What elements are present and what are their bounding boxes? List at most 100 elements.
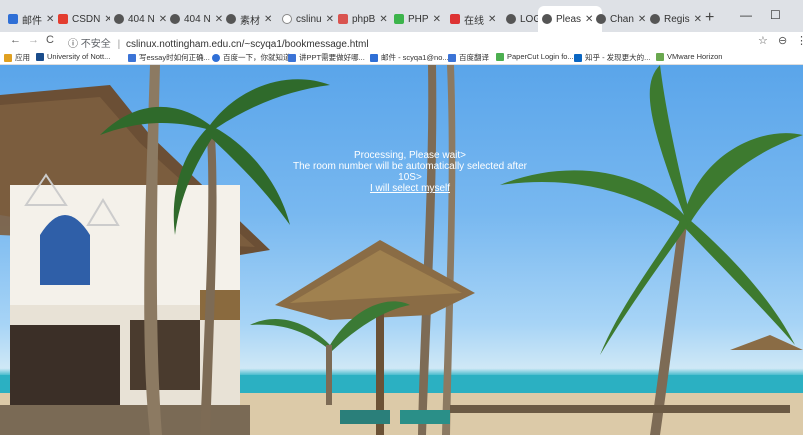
info-icon[interactable]: ⓘ [68,39,78,50]
close-icon[interactable]: ✕ [694,14,702,25]
tab[interactable]: cslinu ✕ [282,6,334,32]
security-label: 不安全 [80,39,111,50]
tab-label: 404 N [184,13,211,25]
csdn-icon [58,14,68,24]
tab-label: Pleas [556,13,582,25]
tab-label: 404 N [128,13,155,25]
page-content: Processing, Please wait> The room number… [0,65,803,435]
bookmark-label: 百度翻译 [459,53,489,62]
bookmark[interactable]: 百度一下，你就知道 [212,52,291,63]
tab-label: PHP [408,13,429,25]
globe-icon [542,14,552,24]
tab[interactable]: CSDN ✕ [58,6,110,32]
bookmark[interactable]: 邮件 - scyqa1@no... [370,52,449,63]
bookmark-label: 应用 [15,53,30,62]
tab-label: CSDN [72,13,101,25]
bookmark[interactable]: University of Nott... [36,52,110,61]
close-icon[interactable]: ✕ [488,14,496,25]
bookmark-label: 百度一下，你就知道 [223,53,291,62]
bookmark-star-icon[interactable]: ☆ [758,34,768,47]
papercut-icon [496,52,504,61]
tab-label: Regis [664,13,690,25]
tab-active[interactable]: Pleas ✕ [538,6,602,32]
beach-background-image [0,65,803,435]
close-icon[interactable]: ✕ [379,14,387,25]
close-icon[interactable]: ✕ [215,14,222,25]
close-icon[interactable]: ✕ [264,14,272,25]
processing-text: Processing, Please wait> [353,150,466,161]
bookmark-label: 写essay时如何正确... [139,53,210,62]
redirect-message: Processing, Please wait> The room number… [280,150,540,194]
tab[interactable]: PHP ✕ [394,6,446,32]
tab-strip: 邮件 ✕ CSDN ✕ 404 N ✕ 404 N ✕ 素材 ✕ cslinu … [0,0,803,32]
account-icon[interactable]: ⊖ [778,34,787,47]
bookmark[interactable]: PaperCut Login fo... [496,52,574,61]
close-icon[interactable]: ✕ [104,14,110,25]
select-myself-link[interactable]: I will select myself [370,183,450,194]
minimize-button[interactable]: — [740,8,752,22]
bookmarks-bar: 应用 University of Nott... 写essay时如何正确... … [0,50,803,65]
back-button[interactable]: ← [10,34,21,46]
bookmark-label: 知乎 - 发现更大的... [585,53,651,62]
address-bar: ← → C ⓘ 不安全 | cslinux.nottingham.edu.cn/… [0,32,803,50]
countdown-text: The room number will be automatically se… [293,161,527,183]
tab[interactable]: Chan ✕ [596,6,648,32]
tab[interactable]: 404 N ✕ [170,6,222,32]
phpbb-icon [338,14,348,24]
tab-label: Chan [610,13,634,25]
loading-icon [282,14,292,24]
close-icon[interactable]: ✕ [433,14,441,25]
reload-button[interactable]: C [46,34,54,46]
bookmark[interactable]: 写essay时如何正确... [128,52,210,63]
tab[interactable]: 在线 ✕ [450,6,502,32]
university-icon [36,52,44,61]
tab-label: cslinu [296,13,322,25]
bookmark-apps[interactable]: 应用 [4,52,30,63]
bookmark-label: University of Nott... [47,52,111,61]
forward-button[interactable]: → [28,34,39,46]
translate-icon [448,53,456,62]
close-icon[interactable]: ✕ [638,14,646,25]
tab-label: 邮件 [22,15,42,27]
globe-icon [114,14,124,24]
close-icon[interactable]: ✕ [585,14,593,25]
close-icon[interactable]: ✕ [46,14,54,25]
globe-icon [596,14,606,24]
globe-icon [170,14,180,24]
tab[interactable]: Regis ✕ [650,6,702,32]
zhihu-icon [288,53,296,62]
bookmark[interactable]: VMware Horizon [656,52,722,61]
close-icon[interactable]: ✕ [326,14,334,25]
bookmark[interactable]: 讲PPT需要做好哪... [288,52,365,63]
bookmark-label: PaperCut Login fo... [507,52,574,61]
tab-label: phpB [352,13,376,25]
tab-label: 素材 [240,15,260,27]
globe-icon [506,14,516,24]
tab[interactable]: phpB ✕ [338,6,390,32]
bookmark-label: VMware Horizon [667,52,723,61]
apps-grid-icon [4,53,12,62]
close-icon[interactable]: ✕ [159,14,166,25]
globe-icon [650,14,660,24]
zhihu-icon [574,53,582,62]
new-tab-button[interactable]: + [705,9,714,27]
tab[interactable]: 素材 ✕ [226,6,278,32]
maximize-button[interactable]: ☐ [770,8,781,22]
mail-icon [370,53,378,62]
bookmark[interactable]: 知乎 - 发现更大的... [574,52,650,63]
menu-icon[interactable]: ⋮ [796,34,803,47]
vmware-icon [656,52,664,61]
bookmark[interactable]: 百度翻译 [448,52,489,63]
mail-icon [8,14,18,24]
baidu-icon [212,53,220,62]
zhihu-icon [128,53,136,62]
globe-icon [226,14,236,24]
tab-label: 在线 [464,15,484,27]
php-icon [394,14,404,24]
tab[interactable]: 404 N ✕ [114,6,166,32]
translate-icon [450,14,460,24]
url-field[interactable]: ⓘ 不安全 | cslinux.nottingham.edu.cn/~scyqa… [68,35,369,50]
tab[interactable]: 邮件 ✕ [8,6,54,32]
bookmark-label: 邮件 - scyqa1@no... [381,53,449,62]
bookmark-label: 讲PPT需要做好哪... [299,53,365,62]
